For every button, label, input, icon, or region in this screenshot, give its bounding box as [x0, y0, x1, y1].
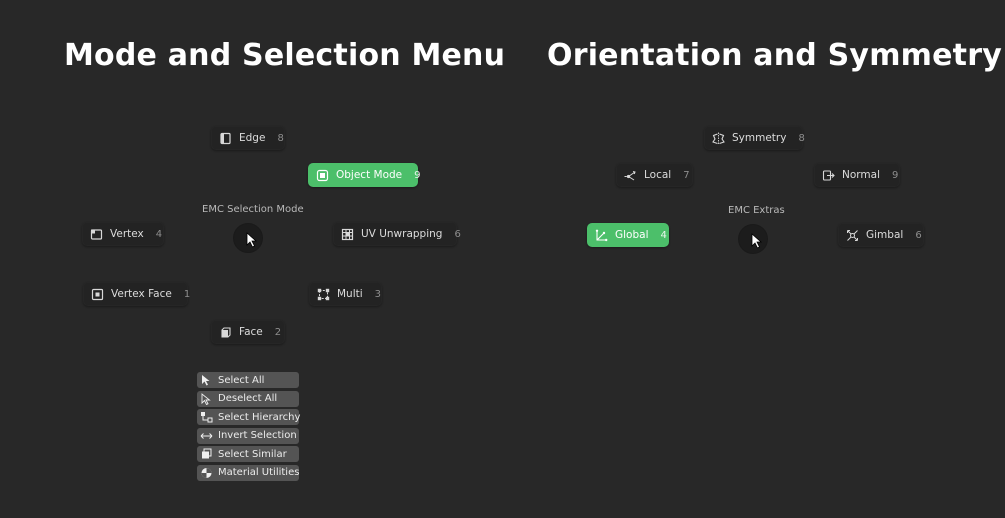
face-icon: [221, 326, 231, 338]
pie-item-object-mode[interactable]: Object Mode 9: [308, 163, 421, 187]
vertex-icon: [90, 228, 103, 240]
vertex-face-icon: [91, 288, 104, 300]
symmetry-label: Symmetry: [732, 132, 787, 144]
material-utilities-label: Material Utilities: [218, 467, 300, 479]
pie-item-vertex-face[interactable]: Vertex Face 1: [83, 282, 191, 306]
pie-item-normal[interactable]: Normal 9: [814, 163, 900, 187]
pie-item-vertex[interactable]: Vertex 4: [82, 222, 164, 246]
menu-item-select-similar[interactable]: Select Similar: [197, 446, 299, 463]
mouse-cursor-icon: [751, 233, 763, 249]
pie-item-symmetry[interactable]: Symmetry 8: [704, 126, 805, 150]
deselect-all-label: Deselect All: [218, 393, 278, 405]
gimbal-label: Gimbal: [866, 229, 904, 241]
select-similar-icon: [202, 448, 212, 459]
pie-item-multi[interactable]: Multi 3: [309, 282, 382, 306]
heading-mode-and-selection: Mode and Selection Menu: [64, 38, 506, 73]
heading-orientation-and-symmetry: Orientation and Symmetry: [547, 38, 1002, 73]
normal-label: Normal: [842, 169, 880, 181]
menu-item-material-utilities[interactable]: Material Utilities: [197, 464, 300, 481]
face-hotkey: 2: [274, 326, 282, 338]
select-similar-label: Select Similar: [218, 448, 287, 460]
object-mode-hotkey: 9: [414, 169, 421, 181]
uv-unwrapping-hotkey: 6: [454, 228, 461, 240]
normal-hotkey: 9: [892, 169, 899, 181]
vertex-face-hotkey: 1: [183, 288, 191, 300]
object-mode-label: Object Mode: [336, 169, 403, 181]
select-menu: Select All Deselect All Select Hierarchy…: [197, 372, 301, 484]
symmetry-hotkey: 8: [798, 132, 805, 144]
menu-item-select-all[interactable]: Select All: [197, 372, 299, 388]
symmetry-icon: [712, 132, 725, 144]
multi-label: Multi: [337, 288, 363, 300]
pie-item-edge[interactable]: Edge 8: [211, 126, 285, 150]
edge-label: Edge: [239, 132, 266, 144]
uv-unwrapping-icon: [341, 228, 354, 240]
global-hotkey: 4: [660, 229, 667, 241]
local-label: Local: [644, 169, 672, 181]
menu-item-deselect-all[interactable]: Deselect All: [197, 390, 299, 407]
edge-icon: [220, 132, 231, 144]
pie-title-emc-extras: EMC Extras: [728, 205, 785, 216]
material-utilities-icon: [201, 467, 212, 478]
gimbal-icon: [847, 229, 858, 241]
global-label: Global: [615, 229, 649, 241]
gimbal-hotkey: 6: [915, 229, 922, 241]
select-all-label: Select All: [218, 374, 265, 386]
object-mode-icon: [316, 169, 329, 181]
normal-icon: [822, 169, 835, 181]
vertex-hotkey: 4: [155, 228, 163, 240]
edge-hotkey: 8: [277, 132, 284, 144]
pie-item-face[interactable]: Face 2: [211, 320, 285, 344]
uv-unwrapping-label: UV Unwrapping: [361, 228, 443, 240]
local-icon: [624, 170, 636, 180]
pie-title-selection-mode: EMC Selection Mode: [202, 204, 304, 215]
pie-item-local[interactable]: Local 7: [616, 163, 693, 187]
pie-item-gimbal[interactable]: Gimbal 6: [838, 223, 924, 247]
select-all-icon: [202, 375, 210, 386]
invert-selection-icon: [200, 432, 213, 439]
multi-hotkey: 3: [374, 288, 382, 300]
vertex-face-label: Vertex Face: [111, 288, 172, 300]
global-icon: [595, 229, 608, 241]
local-hotkey: 7: [683, 169, 690, 181]
menu-item-select-hierarchy[interactable]: Select Hierarchy: [197, 409, 301, 426]
vertex-label: Vertex: [110, 228, 144, 240]
face-label: Face: [239, 326, 263, 338]
menu-item-invert-selection[interactable]: Invert Selection: [197, 427, 299, 444]
select-hierarchy-label: Select Hierarchy: [218, 411, 301, 423]
pie-item-uv-unwrapping[interactable]: UV Unwrapping 6: [333, 222, 461, 246]
mouse-cursor-icon: [246, 232, 258, 248]
invert-selection-label: Invert Selection: [218, 430, 297, 442]
deselect-all-icon: [201, 392, 211, 405]
multi-icon: [317, 288, 330, 300]
pie-item-global[interactable]: Global 4: [587, 223, 669, 247]
select-hierarchy-icon: [201, 412, 213, 423]
